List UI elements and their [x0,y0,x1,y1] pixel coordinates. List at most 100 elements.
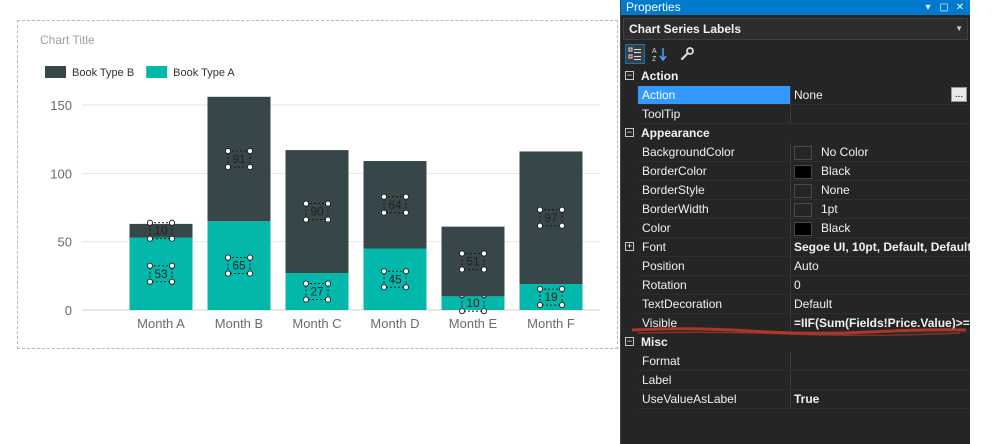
data-label: 10 [154,224,168,238]
property-value[interactable]: Default [791,295,970,313]
property-value[interactable]: 0 [791,276,970,294]
property-value[interactable]: None [791,86,970,104]
property-value[interactable]: True [791,390,970,408]
selection-handle[interactable] [168,219,176,226]
property-value-cell[interactable]: No Color [791,143,970,161]
property-row-font[interactable]: + Font Segoe UI, 10pt, Default, Default [621,238,970,257]
selection-handle[interactable] [558,285,566,293]
selection-handle[interactable] [302,280,310,287]
property-value-cell[interactable]: None [791,181,970,199]
panel-titlebar[interactable]: Properties ▾ ▢ ✕ [621,0,970,15]
selection-handle[interactable] [402,193,410,200]
selection-handle[interactable] [480,308,488,315]
color-swatch [794,164,812,179]
selection-handle[interactable] [380,268,388,275]
selection-handle[interactable] [224,270,232,277]
selection-handle[interactable] [402,209,410,216]
selection-handle[interactable] [146,262,154,269]
property-value[interactable] [791,352,970,370]
property-name: ToolTip [642,107,681,121]
x-category-label: Month E [449,316,498,331]
selection-handle[interactable] [168,235,176,242]
property-row-use-value-as-label[interactable]: UseValueAsLabel True [621,390,970,409]
selection-handle[interactable] [402,284,410,291]
selection-handle[interactable] [168,262,176,269]
selection-handle[interactable] [302,296,310,303]
selection-handle[interactable] [224,147,232,155]
property-row-format[interactable]: Format [621,352,970,371]
selection-handle[interactable] [480,266,488,273]
selection-handle[interactable] [246,147,254,155]
selection-handle[interactable] [380,193,388,200]
selection-handle[interactable] [168,278,176,285]
property-name: BorderWidth [642,202,709,216]
close-icon[interactable]: ✕ [954,0,966,15]
selection-handle[interactable] [224,254,232,261]
property-value[interactable]: Auto [791,257,970,275]
selection-handle[interactable] [146,235,154,242]
selection-handle[interactable] [246,270,254,277]
property-value-cell[interactable]: 1pt [791,200,970,218]
property-row-action[interactable]: Action None ... [621,86,970,105]
property-row-border-width[interactable]: BorderWidth 1pt [621,200,970,219]
selection-handle[interactable] [402,268,410,275]
selection-handle[interactable] [324,296,332,303]
selection-handle[interactable] [324,200,332,207]
alphabetical-button[interactable]: A Z [649,44,669,64]
expand-icon[interactable]: + [625,242,634,251]
property-value-cell[interactable]: Black [791,162,970,180]
selection-handle[interactable] [146,219,154,226]
selection-handle[interactable] [246,163,254,171]
categorized-button[interactable] [625,44,645,64]
selection-handle[interactable] [380,209,388,216]
data-label: 19 [544,290,558,304]
selection-handle[interactable] [380,284,388,291]
selection-handle[interactable] [536,222,544,229]
collapse-icon[interactable]: − [625,71,634,80]
collapse-icon[interactable]: − [625,337,634,346]
selection-handle[interactable] [224,163,232,171]
selection-handle[interactable] [458,308,466,315]
selection-handle[interactable] [558,301,566,309]
maximize-icon[interactable]: ▢ [938,0,950,15]
property-value: Black [821,164,851,178]
property-value[interactable] [791,105,970,123]
property-pages-button[interactable] [677,44,697,64]
selection-handle[interactable] [324,280,332,287]
border-width-swatch [794,202,812,217]
property-row-border-style[interactable]: BorderStyle None [621,181,970,200]
x-category-label: Month D [370,316,419,331]
selection-handle[interactable] [480,250,488,257]
category-appearance[interactable]: − Appearance [621,124,970,143]
property-value-cell[interactable]: Black [791,219,970,237]
selection-handle[interactable] [458,266,466,273]
selection-handle[interactable] [302,200,310,207]
collapse-icon[interactable]: − [625,128,634,137]
property-row-color[interactable]: Color Black [621,219,970,238]
property-row-position[interactable]: Position Auto [621,257,970,276]
chevron-down-icon[interactable]: ▼ [955,19,963,39]
selection-handle[interactable] [536,206,544,213]
property-row-border-color[interactable]: BorderColor Black [621,162,970,181]
selection-handle[interactable] [536,301,544,309]
selection-handle[interactable] [146,278,154,285]
selection-handle[interactable] [246,254,254,261]
dropdown-icon[interactable]: ▾ [922,0,934,15]
selection-handle[interactable] [458,250,466,257]
object-selector[interactable]: Chart Series Labels ▼ [623,18,968,40]
ellipsis-button[interactable]: ... [951,87,967,102]
property-row-rotation[interactable]: Rotation 0 [621,276,970,295]
selection-handle[interactable] [324,216,332,223]
property-value[interactable] [791,371,970,389]
selection-handle[interactable] [558,206,566,213]
category-action[interactable]: − Action [621,67,970,86]
property-value[interactable]: Segoe UI, 10pt, Default, Default [791,238,970,256]
x-category-label: Month A [137,316,185,331]
property-row-background-color[interactable]: BackgroundColor No Color [621,143,970,162]
selection-handle[interactable] [302,216,310,223]
selection-handle[interactable] [558,222,566,229]
property-row-tooltip[interactable]: ToolTip [621,105,970,124]
property-row-label[interactable]: Label [621,371,970,390]
selection-handle[interactable] [536,285,544,293]
property-row-text-decoration[interactable]: TextDecoration Default [621,295,970,314]
